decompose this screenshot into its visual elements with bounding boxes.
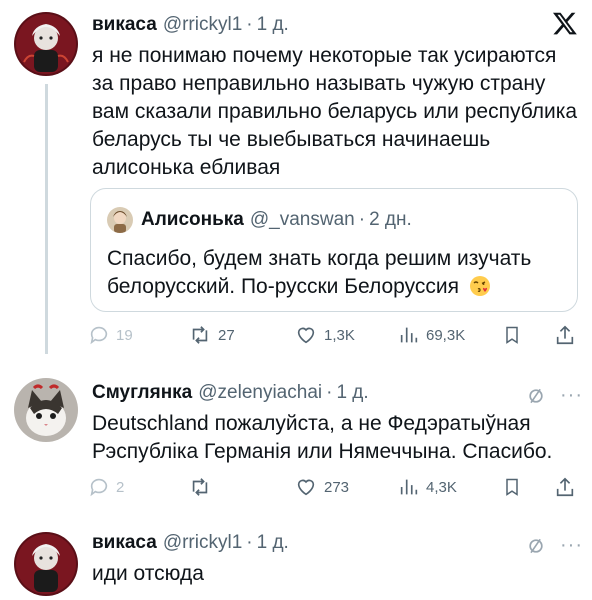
author-name[interactable]: викаса: [92, 532, 157, 554]
quote-text: Спасибо, будем знать когда решим изучать…: [107, 247, 532, 298]
avatar-smuglyanka[interactable]: [14, 378, 78, 442]
share-icon: [556, 325, 574, 345]
tweet-text: Deutschland пожалуйста, а не Федэратыўна…: [92, 412, 553, 463]
reply-button[interactable]: 2: [88, 476, 124, 498]
reply-icon: [90, 478, 108, 497]
reply-button[interactable]: 19: [88, 324, 133, 346]
timestamp[interactable]: 1 д.: [257, 532, 289, 554]
heart-icon: [297, 327, 315, 344]
share-button[interactable]: [554, 476, 576, 498]
reply-icon: [90, 326, 108, 345]
separator: ·: [326, 382, 333, 403]
author-name[interactable]: Смуглянка: [92, 382, 192, 404]
author-handle[interactable]: @zelenyiachai: [198, 382, 322, 404]
x-icon[interactable]: [552, 10, 578, 36]
retweet-button[interactable]: [188, 476, 218, 498]
avatar-alisonka[interactable]: [107, 207, 133, 233]
like-button[interactable]: 1,3K: [294, 324, 355, 346]
bookmark-button[interactable]: [502, 324, 522, 346]
quote-text-block: Спасибо, будем знать когда решим изучать…: [107, 245, 567, 301]
retweet-count: 27: [218, 326, 235, 344]
tweet-3[interactable]: викаса @rrickyl1 · 1 д. ··· иди отсюда: [0, 520, 592, 600]
thread-line: [45, 84, 48, 354]
share-button[interactable]: [554, 324, 576, 346]
like-count: 273: [324, 478, 350, 496]
bookmark-icon: [506, 326, 518, 344]
tweet-header: Смуглянка @zelenyiachai · 1 д.: [92, 382, 369, 404]
tweet-menu: ···: [526, 534, 583, 557]
author-name[interactable]: викаса: [92, 14, 157, 36]
timestamp[interactable]: 1 д.: [336, 382, 368, 404]
author-handle[interactable]: @rrickyl1: [163, 532, 242, 554]
like-button[interactable]: 273: [294, 476, 349, 498]
bookmark-button[interactable]: [502, 476, 522, 498]
more-options-icon[interactable]: ···: [560, 384, 583, 407]
tweet-1[interactable]: викаса @rrickyl1 · 1 д. я не понимаю поч…: [0, 0, 592, 360]
view-count: 4,3K: [426, 478, 457, 496]
grok-icon[interactable]: [526, 536, 546, 556]
quoted-tweet[interactable]: Алисонька @_vanswan · 2 дн. Спасибо, буд…: [90, 188, 578, 312]
avatar-vikasa[interactable]: [14, 532, 78, 596]
views-button[interactable]: 4,3K: [398, 476, 457, 498]
bookmark-icon: [506, 478, 518, 496]
tweet-actions: 2 273 4,3K: [88, 476, 584, 500]
author-handle[interactable]: @rrickyl1: [163, 14, 242, 36]
separator: ·: [246, 14, 253, 35]
tweet-actions: 19 27 1,3K 69,3K: [88, 324, 584, 348]
separator: ·: [358, 209, 366, 230]
timestamp[interactable]: 1 д.: [257, 14, 289, 36]
view-count: 69,3K: [426, 326, 466, 344]
avatar-vikasa[interactable]: [14, 12, 78, 76]
face-blowing-kiss-icon: [469, 276, 490, 296]
retweet-icon: [192, 478, 208, 496]
like-count: 1,3K: [324, 326, 355, 344]
reply-count: 19: [116, 326, 133, 344]
quote-author-handle[interactable]: @_vanswan: [250, 209, 355, 231]
retweet-button[interactable]: 27: [188, 324, 235, 346]
quote-header: Алисонька @_vanswan · 2 дн.: [141, 209, 412, 231]
tweet-header: викаса @rrickyl1 · 1 д.: [92, 14, 289, 36]
tweet-text: иди отсюда: [92, 562, 204, 585]
views-button[interactable]: 69,3K: [398, 324, 465, 346]
grok-icon[interactable]: [526, 386, 546, 406]
tweet-2[interactable]: Смуглянка @zelenyiachai · 1 д. ··· Deuts…: [0, 370, 592, 510]
quote-author-name[interactable]: Алисонька: [141, 209, 244, 231]
retweet-icon: [192, 326, 208, 344]
separator: ·: [246, 532, 253, 553]
views-icon: [400, 327, 418, 343]
tweet-header: викаса @rrickyl1 · 1 д.: [92, 532, 289, 554]
tweet-text: я не понимаю почему некоторые так усираю…: [92, 44, 578, 179]
reply-count: 2: [116, 478, 125, 496]
quote-timestamp[interactable]: 2 дн.: [369, 209, 412, 231]
tweet-menu: ···: [526, 384, 583, 407]
views-icon: [400, 479, 418, 495]
heart-icon: [297, 479, 315, 496]
share-icon: [556, 477, 574, 497]
more-options-icon[interactable]: ···: [560, 534, 583, 557]
